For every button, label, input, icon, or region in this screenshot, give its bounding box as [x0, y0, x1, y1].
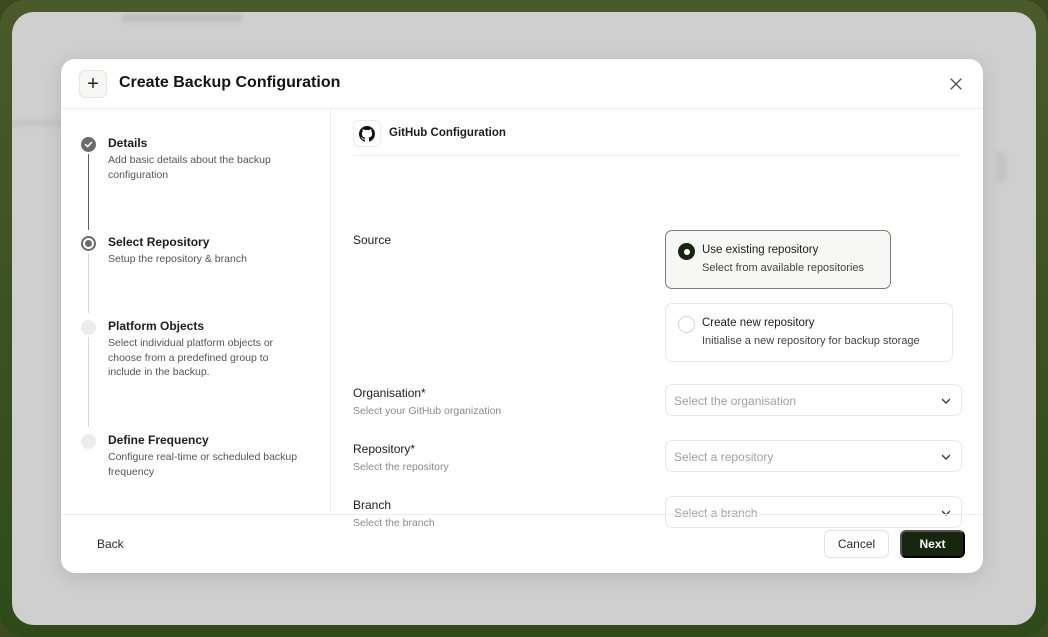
chevron-down-icon [941, 398, 951, 404]
step-title: Define Frequency [108, 433, 209, 447]
step-connector [88, 253, 89, 313]
option-desc: Initialise a new repository for backup s… [702, 335, 920, 347]
step-desc: Select individual platform objects or ch… [108, 337, 274, 378]
step-desc: Setup the repository & branch [108, 253, 247, 265]
use-existing-repository-option[interactable]: Use existing repository Select from avai… [665, 230, 891, 289]
background-scrollbar [996, 152, 1006, 182]
step-title: Select Repository [108, 235, 210, 249]
step-connector [88, 154, 89, 230]
plus-icon: + [79, 70, 107, 98]
organisation-select[interactable]: Select the organisation [665, 384, 962, 416]
radio-unselected-icon [678, 316, 695, 333]
next-button[interactable]: Next [900, 530, 965, 558]
background-page-title [122, 14, 242, 22]
repository-placeholder: Select a repository [674, 450, 774, 464]
step-title: Details [108, 136, 148, 150]
close-icon [950, 78, 962, 90]
step-desc: Configure real-time or scheduled backup … [108, 451, 298, 478]
chevron-down-icon [941, 454, 951, 460]
option-title: Use existing repository [702, 244, 819, 256]
organisation-placeholder: Select the organisation [674, 394, 797, 408]
modal-footer: Back Cancel Next [61, 514, 983, 573]
github-configuration-panel: GitHub Configuration Source Use existing… [332, 109, 983, 529]
source-label: Source [353, 233, 392, 247]
step-title: Platform Objects [108, 319, 205, 333]
modal-title: Create Backup Configuration [119, 74, 341, 91]
pending-step-icon [81, 320, 96, 335]
organisation-hint: Select your GitHub organization [353, 405, 502, 417]
radio-selected-icon [678, 243, 695, 260]
github-icon [353, 120, 381, 147]
branch-label: Branch [353, 498, 392, 512]
organisation-label: Organisation* [353, 386, 426, 400]
repository-label: Repository* [353, 442, 416, 456]
active-step-icon [81, 236, 96, 251]
section-title: GitHub Configuration [389, 127, 506, 139]
back-button[interactable]: Back [83, 530, 138, 558]
repository-select[interactable]: Select a repository [665, 440, 962, 472]
create-backup-modal: + Create Backup Configuration Details Ad… [61, 59, 983, 573]
pending-step-icon [81, 434, 96, 449]
step-desc: Add basic details about the backup confi… [108, 154, 271, 181]
option-title: Create new repository [702, 317, 815, 329]
modal-header: + Create Backup Configuration [61, 59, 983, 109]
section-header: GitHub Configuration [353, 120, 961, 156]
close-button[interactable] [947, 75, 965, 93]
step-connector [88, 337, 89, 427]
repository-hint: Select the repository [353, 461, 449, 473]
check-icon [81, 137, 96, 152]
steps-sidebar: Details Add basic details about the back… [61, 109, 331, 513]
create-new-repository-option[interactable]: Create new repository Initialise a new r… [665, 303, 953, 362]
option-desc: Select from available repositories [702, 262, 865, 274]
cancel-button[interactable]: Cancel [824, 530, 889, 558]
